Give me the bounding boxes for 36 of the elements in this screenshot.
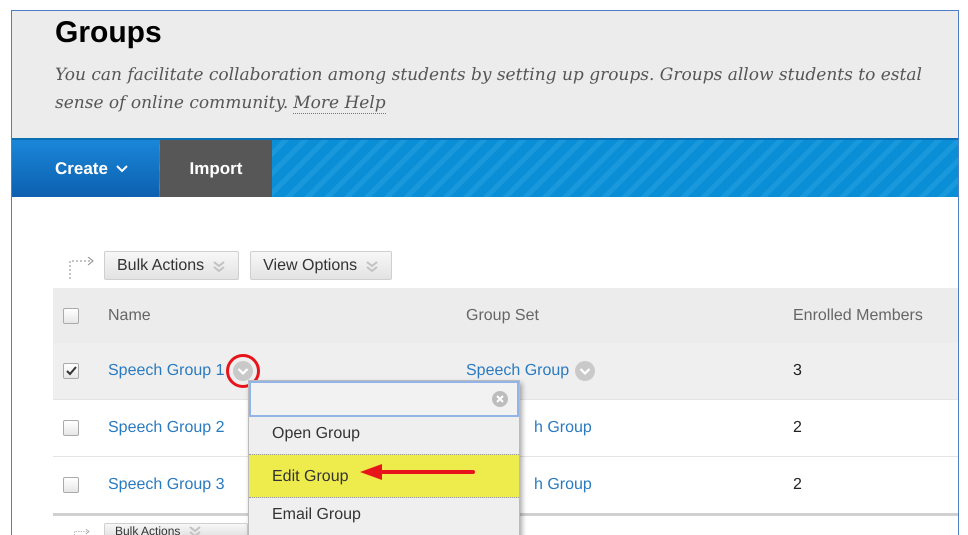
group-name-link[interactable]: Speech Group 2 [108, 419, 225, 437]
column-header: Group Set [466, 306, 539, 324]
group-name-link[interactable]: Speech Group 1 [108, 362, 225, 380]
dropdown-button[interactable]: View Options [250, 251, 392, 280]
help-link[interactable]: More Help [293, 93, 386, 114]
checkbox[interactable] [63, 477, 79, 493]
dropdown-button[interactable]: Bulk Actions [104, 251, 240, 280]
caret-icon [116, 164, 128, 172]
description-text: You can facilitate collaboration among students by setting up groups. Groups allow students to estal [55, 65, 922, 85]
dropdown-button[interactable]: Bulk Actions [104, 523, 248, 535]
menu-item[interactable]: Email Group [249, 498, 519, 535]
bracket-arrow-icon [68, 257, 96, 279]
member-count: 3 [793, 362, 802, 380]
double-chevron-icon [188, 524, 202, 535]
group-set-link[interactable]: Speech Group [466, 362, 570, 380]
page-title: Groups [55, 15, 163, 51]
double-chevron-icon [365, 258, 380, 272]
menu-item[interactable]: Open Group [249, 417, 519, 454]
annotation-circle [224, 353, 261, 389]
menu-item[interactable]: Edit Group [249, 454, 519, 498]
import-button[interactable]: Import [160, 140, 272, 197]
checkbox[interactable] [63, 308, 79, 324]
description-text: sense of online community. [55, 93, 288, 113]
member-count: 2 [793, 419, 802, 437]
create-menu-button[interactable]: Create [12, 140, 159, 197]
checkbox[interactable] [63, 363, 79, 379]
group-set-link[interactable]: h Group [534, 419, 592, 437]
group-set-link[interactable]: h Group [534, 476, 592, 494]
column-header: Enrolled Members [793, 306, 923, 324]
double-chevron-icon [212, 258, 226, 272]
clear-icon [491, 390, 509, 408]
checkbox[interactable] [63, 420, 79, 436]
member-count: 2 [793, 476, 802, 494]
menu-search-field[interactable] [249, 381, 519, 417]
column-header: Name [108, 306, 151, 324]
group-name-link[interactable]: Speech Group 3 [108, 476, 225, 494]
